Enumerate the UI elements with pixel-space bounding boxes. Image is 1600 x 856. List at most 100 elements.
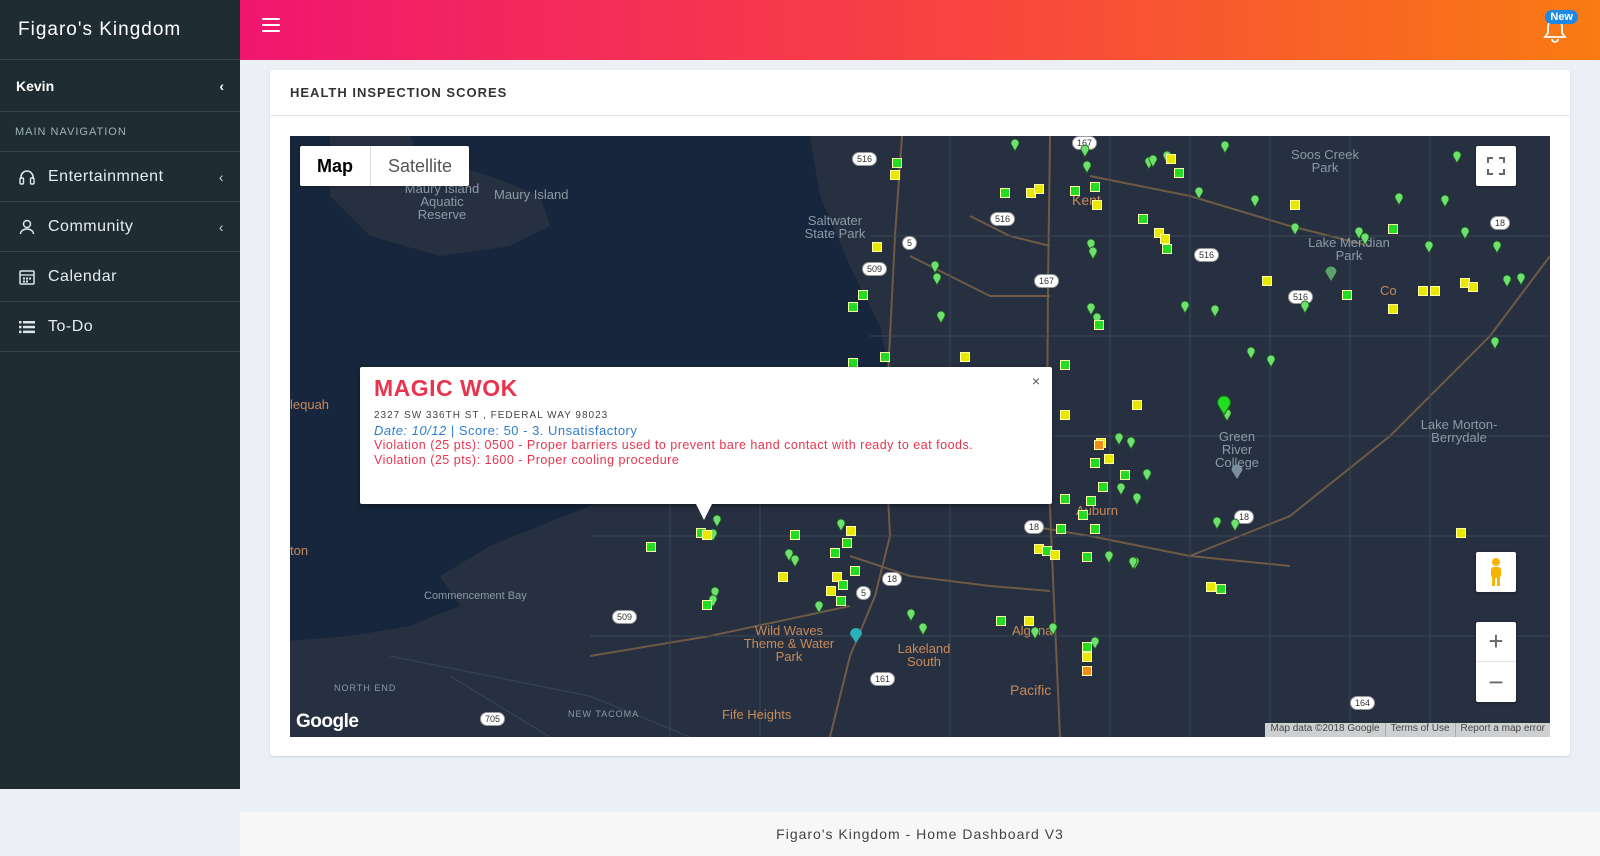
close-icon[interactable]: × <box>1032 373 1040 389</box>
marker-pin[interactable] <box>1088 246 1098 260</box>
inspection-marker[interactable] <box>892 158 902 168</box>
inspection-marker[interactable] <box>1086 496 1096 506</box>
marker-pin[interactable] <box>1194 186 1204 200</box>
street-view-button[interactable] <box>1476 552 1516 592</box>
marker-pin[interactable] <box>1516 272 1526 286</box>
zoom-out-button[interactable]: − <box>1476 662 1516 702</box>
inspection-marker[interactable] <box>1262 276 1272 286</box>
inspection-marker[interactable] <box>646 542 656 552</box>
map-type-map-button[interactable]: Map <box>300 146 371 186</box>
inspection-marker[interactable] <box>1094 320 1104 330</box>
marker-pin[interactable] <box>1116 482 1126 496</box>
marker-pin[interactable] <box>1210 304 1220 318</box>
marker-pin[interactable] <box>790 554 800 568</box>
inspection-marker[interactable] <box>702 530 712 540</box>
inspection-marker[interactable] <box>996 616 1006 626</box>
fullscreen-button[interactable] <box>1476 146 1516 186</box>
location-pin-icon[interactable] <box>1216 394 1232 416</box>
inspection-marker[interactable] <box>1090 524 1100 534</box>
marker-pin[interactable] <box>1104 550 1114 564</box>
inspection-marker[interactable] <box>850 566 860 576</box>
marker-pin[interactable] <box>1230 518 1240 532</box>
inspection-marker[interactable] <box>1132 400 1142 410</box>
marker-pin[interactable] <box>712 514 722 528</box>
inspection-marker[interactable] <box>1094 440 1104 450</box>
sidebar-item-calendar[interactable]: Calendar <box>0 252 240 302</box>
inspection-marker[interactable] <box>1216 584 1226 594</box>
inspection-marker[interactable] <box>1056 524 1066 534</box>
inspection-marker[interactable] <box>842 538 852 548</box>
inspection-marker[interactable] <box>890 170 900 180</box>
inspection-marker[interactable] <box>872 242 882 252</box>
marker-pin[interactable] <box>1082 160 1092 174</box>
marker-pin[interactable] <box>1502 274 1512 288</box>
inspection-marker[interactable] <box>778 572 788 582</box>
marker-pin[interactable] <box>1220 140 1230 154</box>
marker-pin[interactable] <box>1440 194 1450 208</box>
marker-pin[interactable] <box>1080 144 1090 158</box>
inspection-marker[interactable] <box>1160 234 1170 244</box>
sidebar-item-entertainment[interactable]: Entertainmnent ‹ <box>0 152 240 202</box>
marker-pin[interactable] <box>1010 138 1020 152</box>
brand-title[interactable]: Figaro's Kingdom <box>0 0 240 60</box>
marker-pin[interactable] <box>932 272 942 286</box>
inspection-marker[interactable] <box>1456 528 1466 538</box>
sidebar-item-todo[interactable]: To-Do <box>0 302 240 352</box>
inspection-marker[interactable] <box>1024 616 1034 626</box>
marker-pin[interactable] <box>1360 232 1370 246</box>
marker-pin[interactable] <box>1128 556 1138 570</box>
inspection-marker[interactable] <box>846 526 856 536</box>
inspection-marker[interactable] <box>1092 200 1102 210</box>
inspection-marker[interactable] <box>1078 510 1088 520</box>
marker-pin[interactable] <box>1142 468 1152 482</box>
inspection-marker[interactable] <box>1082 552 1092 562</box>
inspection-marker[interactable] <box>1290 200 1300 210</box>
inspection-marker[interactable] <box>1060 360 1070 370</box>
inspection-marker[interactable] <box>1090 458 1100 468</box>
inspection-marker[interactable] <box>1050 550 1060 560</box>
marker-pin[interactable] <box>1394 192 1404 206</box>
inspection-marker[interactable] <box>1388 224 1398 234</box>
map-type-satellite-button[interactable]: Satellite <box>371 146 469 186</box>
marker-pin[interactable] <box>1148 154 1158 168</box>
inspection-marker[interactable] <box>836 596 846 606</box>
marker-pin[interactable] <box>1132 492 1142 506</box>
inspection-marker[interactable] <box>1162 244 1172 254</box>
marker-pin[interactable] <box>1266 354 1276 368</box>
marker-pin[interactable] <box>1048 622 1058 636</box>
inspection-marker[interactable] <box>960 352 970 362</box>
inspection-marker[interactable] <box>1000 188 1010 198</box>
inspection-marker[interactable] <box>858 290 868 300</box>
inspection-marker[interactable] <box>848 302 858 312</box>
marker-pin[interactable] <box>1290 222 1300 236</box>
inspection-marker[interactable] <box>1060 494 1070 504</box>
marker-pin[interactable] <box>1212 516 1222 530</box>
inspection-marker[interactable] <box>830 548 840 558</box>
inspection-marker[interactable] <box>1418 286 1428 296</box>
marker-pin[interactable] <box>1180 300 1190 314</box>
marker-pin[interactable] <box>1452 150 1462 164</box>
marker-pin[interactable] <box>1492 240 1502 254</box>
marker-pin[interactable] <box>1490 336 1500 350</box>
inspection-marker[interactable] <box>1034 184 1044 194</box>
inspection-marker[interactable] <box>1468 282 1478 292</box>
inspection-marker[interactable] <box>880 352 890 362</box>
marker-pin[interactable] <box>1250 194 1260 208</box>
inspection-marker[interactable] <box>1070 186 1080 196</box>
marker-pin[interactable] <box>836 518 846 532</box>
inspection-marker[interactable] <box>702 600 712 610</box>
inspection-marker[interactable] <box>1138 214 1148 224</box>
inspection-marker[interactable] <box>1120 470 1130 480</box>
marker-pin[interactable] <box>1126 436 1136 450</box>
inspection-marker[interactable] <box>1174 168 1184 178</box>
inspection-marker[interactable] <box>1082 642 1092 652</box>
report-error-link[interactable]: Report a map error <box>1454 723 1550 737</box>
inspection-marker[interactable] <box>790 530 800 540</box>
inspection-marker[interactable] <box>1104 454 1114 464</box>
inspection-marker[interactable] <box>1430 286 1440 296</box>
inspection-marker[interactable] <box>1206 582 1216 592</box>
inspection-marker[interactable] <box>1060 410 1070 420</box>
marker-pin[interactable] <box>814 600 824 614</box>
marker-pin[interactable] <box>1114 432 1124 446</box>
inspection-marker[interactable] <box>1166 154 1176 164</box>
